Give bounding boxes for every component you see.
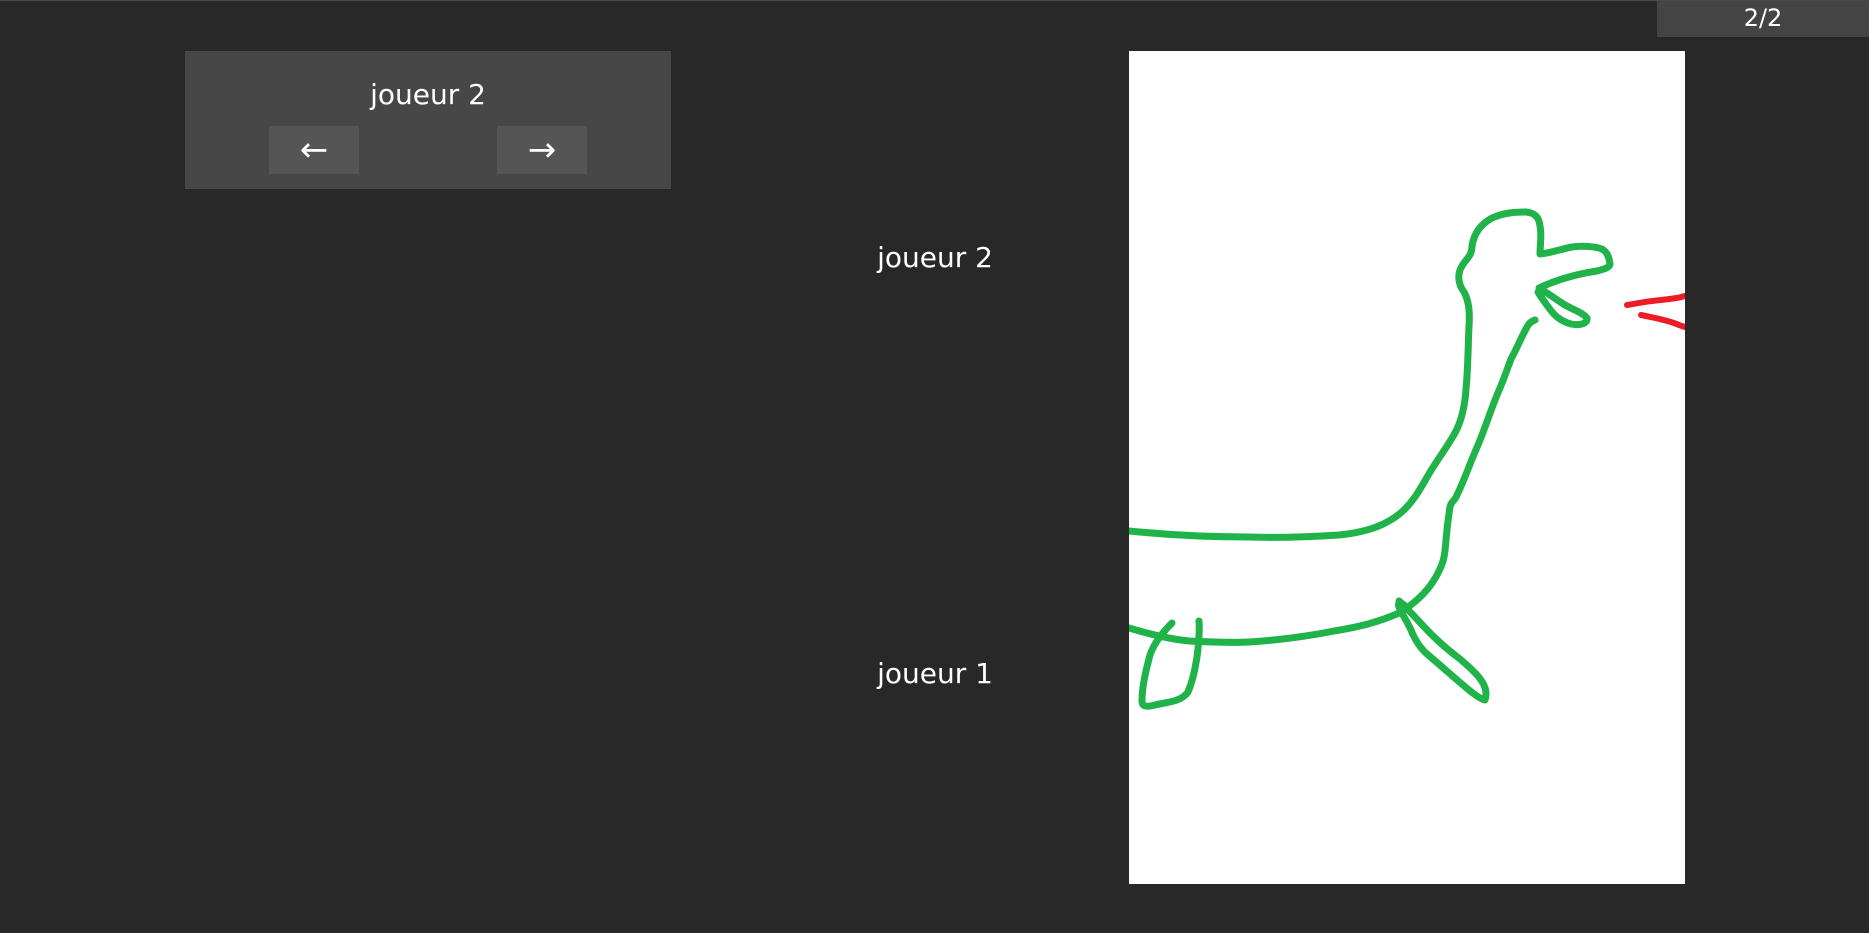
dino-back-outline [1129, 208, 1614, 541]
player-label-bottom: joueur 1 [877, 657, 993, 690]
page-counter: 2/2 [1657, 1, 1869, 37]
dino-neck-belly-outline [1129, 316, 1539, 646]
top-divider [0, 0, 1869, 1]
player-navigator: joueur 2 ← → [185, 51, 671, 189]
navigator-title: joueur 2 [370, 78, 486, 111]
dino-back-leg [1395, 597, 1490, 704]
drawing-canvas[interactable] [1129, 51, 1685, 884]
previous-button[interactable]: ← [269, 126, 359, 174]
next-button[interactable]: → [497, 126, 587, 174]
dino-tongue-lower [1638, 312, 1685, 330]
dino-tongue-upper [1624, 293, 1685, 308]
player-label-top: joueur 2 [877, 241, 993, 274]
drawing-svg [1129, 208, 1685, 710]
